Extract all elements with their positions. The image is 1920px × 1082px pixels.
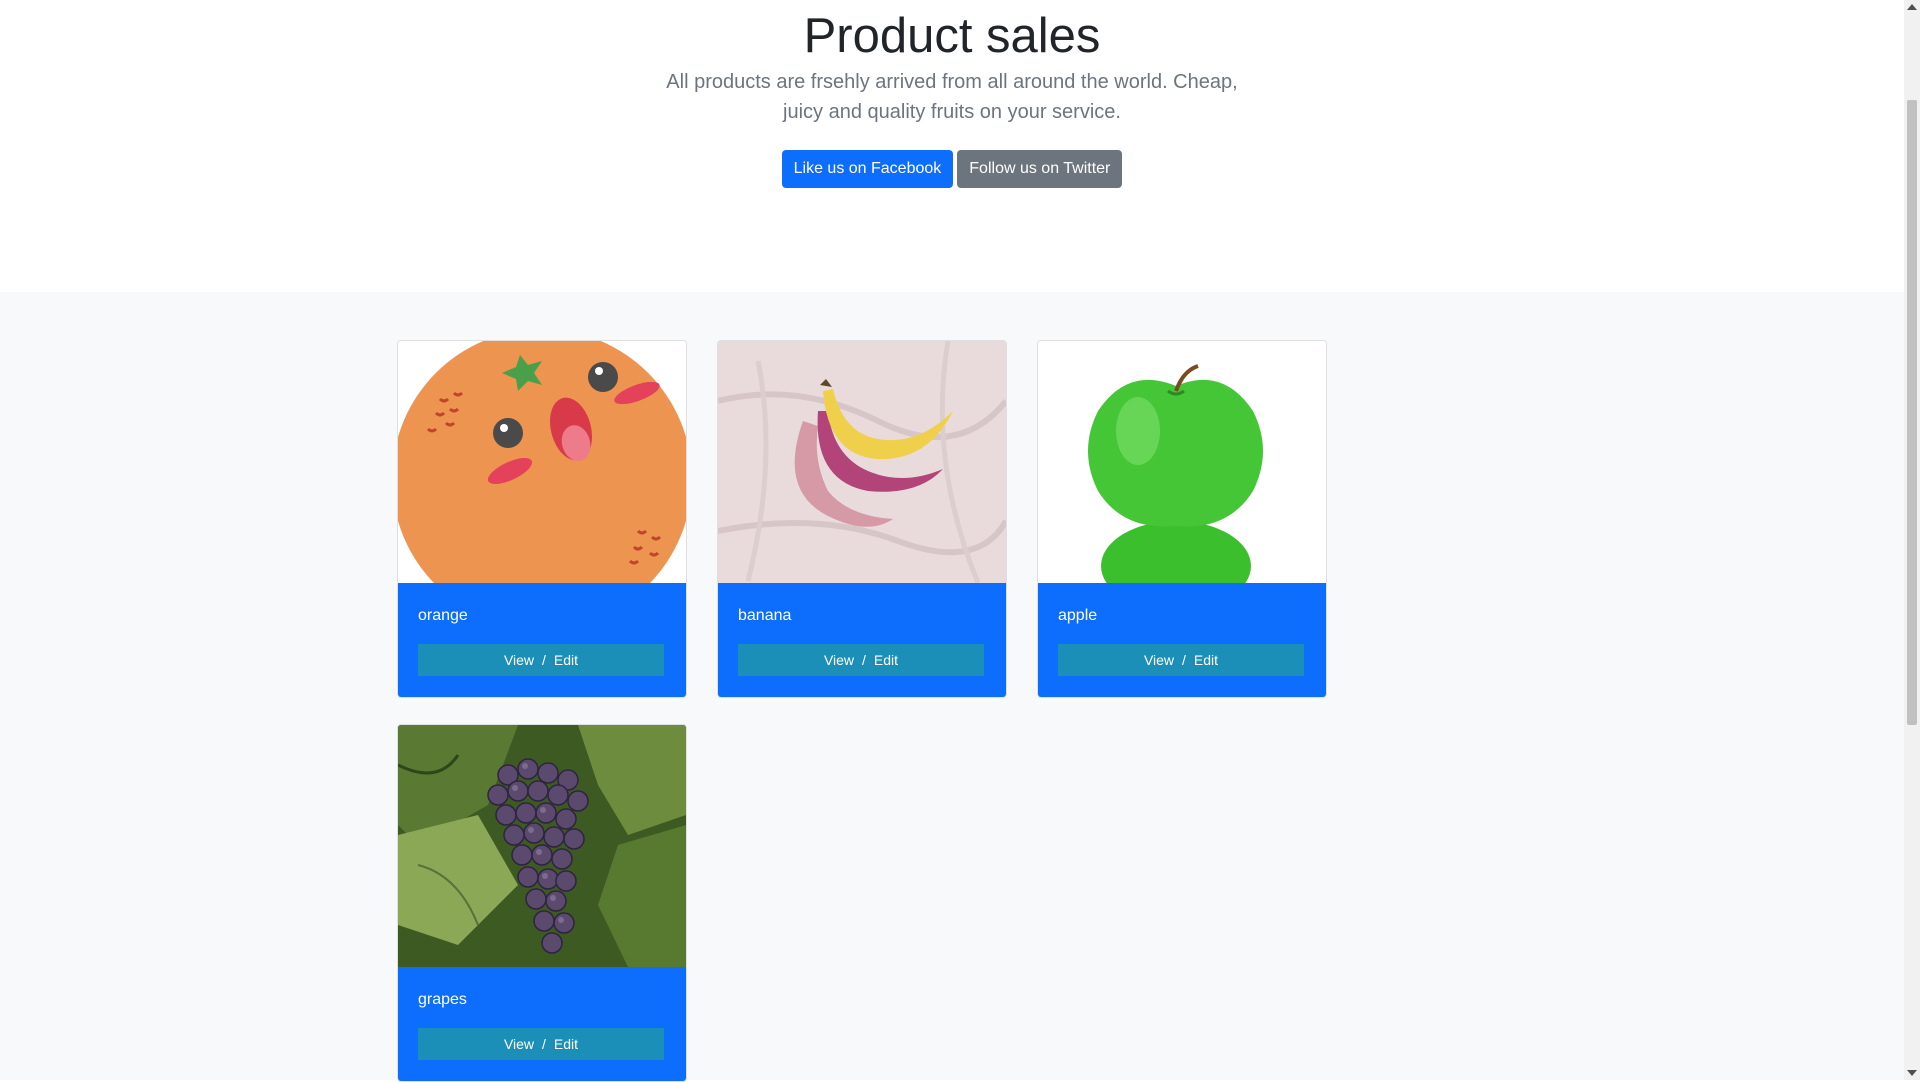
action-separator: / xyxy=(542,1036,546,1052)
apple-image xyxy=(1038,341,1326,583)
product-album: orange View / Edit banana View / Edit ap… xyxy=(0,292,1904,1082)
product-card-grapes: grapes View / Edit xyxy=(397,724,687,1082)
view-button[interactable]: View xyxy=(1144,652,1174,668)
view-button[interactable]: View xyxy=(824,652,854,668)
edit-button[interactable]: Edit xyxy=(554,652,578,668)
scroll-down-arrow-icon[interactable] xyxy=(1907,1070,1917,1076)
product-card-body: orange View / Edit xyxy=(398,583,686,697)
action-separator: / xyxy=(542,652,546,668)
hero-lead-text: All products are frsehly arrived from al… xyxy=(666,71,1238,123)
product-name: banana xyxy=(738,607,792,624)
product-card-body: grapes View / Edit xyxy=(398,967,686,1081)
page-title: Product sales xyxy=(803,9,1101,63)
edit-button[interactable]: Edit xyxy=(1194,652,1218,668)
product-actions: View / Edit xyxy=(738,644,984,676)
scrollbar-thumb[interactable] xyxy=(1907,100,1917,725)
action-separator: / xyxy=(862,652,866,668)
product-name: orange xyxy=(418,607,468,624)
product-actions: View / Edit xyxy=(1058,644,1304,676)
product-card-body: apple View / Edit xyxy=(1038,583,1326,697)
action-separator: / xyxy=(1182,652,1186,668)
facebook-like-button[interactable]: Like us on Facebook xyxy=(781,150,954,188)
view-button[interactable]: View xyxy=(504,652,534,668)
banana-image xyxy=(718,341,1006,583)
social-buttons: Like us on Facebook Follow us on Twitter xyxy=(0,150,1904,188)
twitter-follow-button[interactable]: Follow us on Twitter xyxy=(957,150,1123,188)
grapes-image xyxy=(398,725,686,967)
edit-button[interactable]: Edit xyxy=(874,652,898,668)
orange-image xyxy=(398,341,686,583)
vertical-scrollbar[interactable] xyxy=(1904,0,1920,1080)
view-button[interactable]: View xyxy=(504,1036,534,1052)
product-card-apple: apple View / Edit xyxy=(1037,340,1327,698)
scroll-up-arrow-icon[interactable] xyxy=(1907,4,1917,10)
product-card-banana: banana View / Edit xyxy=(717,340,1007,698)
product-name: grapes xyxy=(418,991,467,1008)
product-card-orange: orange View / Edit xyxy=(397,340,687,698)
product-actions: View / Edit xyxy=(418,644,664,676)
product-card-body: banana View / Edit xyxy=(718,583,1006,697)
hero-section: Product sales All products are frsehly a… xyxy=(0,0,1904,292)
product-actions: View / Edit xyxy=(418,1028,664,1060)
product-name: apple xyxy=(1058,607,1098,624)
edit-button[interactable]: Edit xyxy=(554,1036,578,1052)
